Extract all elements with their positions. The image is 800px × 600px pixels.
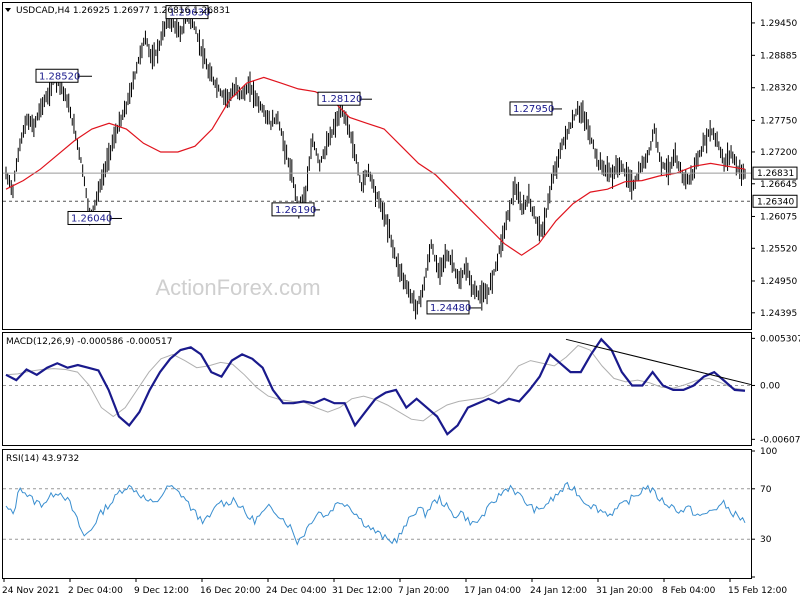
- price-levels: 1.26831 1.26340: [3, 166, 798, 208]
- annotation-label: 1.28120: [321, 94, 362, 105]
- x-tick-label: 9 Dec 12:00: [134, 586, 189, 596]
- dropdown-arrow-icon[interactable]: [5, 8, 11, 12]
- x-tick-label: 17 Jan 04:00: [464, 586, 521, 596]
- annotation: 1.28120: [317, 91, 372, 106]
- y-tick-label: 1.26075: [760, 212, 797, 222]
- y-tick-label: 70: [760, 485, 772, 495]
- annotation: 1.24480: [426, 300, 481, 315]
- price-candles: [5, 7, 746, 320]
- annotation-label: 1.26190: [275, 205, 316, 216]
- rsi-line: [5, 481, 746, 546]
- y-tick-label: -0.006074: [760, 435, 800, 445]
- macd-panel-frame: [2, 332, 752, 446]
- watermark: ActionForex.com: [155, 275, 320, 300]
- x-tick-label: 24 Jan 12:00: [530, 586, 587, 596]
- main-header: USDCAD,H4 1.26925 1.26977 1.26816 1.2683…: [16, 6, 230, 16]
- price-annotations: 1.285201.260401.296301.261901.281201.244…: [35, 5, 562, 315]
- rsi-panel-frame: [2, 449, 752, 579]
- annotation: 1.27950: [509, 101, 562, 116]
- support-price-tag: 1.26340: [752, 194, 798, 208]
- x-tick-label: 8 Feb 04:00: [662, 586, 716, 596]
- ma-line: [5, 76, 746, 256]
- x-tick-label: 2 Dec 04:00: [68, 586, 123, 596]
- macd-lines: [5, 337, 752, 436]
- rsi-line: [5, 481, 746, 546]
- annotation: 1.26190: [271, 202, 320, 217]
- annotation-label: 1.26040: [71, 213, 112, 224]
- macd-trendline: [565, 338, 752, 386]
- annotation: 1.26040: [67, 210, 122, 225]
- annotation-label: 1.27950: [513, 104, 554, 115]
- y-tick-label: 0.005307: [760, 334, 800, 344]
- y-tick-label: 100: [760, 447, 777, 457]
- moving-average: [5, 76, 746, 256]
- x-tick-label: 16 Dec 20:00: [200, 586, 261, 596]
- x-tick-label: 31 Dec 12:00: [332, 586, 393, 596]
- x-tick-label: 24 Nov 2021: [2, 586, 60, 596]
- annotation: 1.28520: [35, 68, 92, 83]
- x-tick-label: 31 Jan 20:00: [596, 586, 653, 596]
- macd-label: MACD(12,26,9) -0.000586 -0.000517: [6, 337, 172, 347]
- rsi-y-axis: 100 70 30: [3, 447, 777, 578]
- y-tick-label: 0.00: [760, 381, 780, 391]
- current-price-tag: 1.26831: [752, 166, 798, 180]
- y-tick-label: 1.28885: [760, 51, 797, 61]
- annotation-label: 1.24480: [430, 303, 471, 314]
- y-tick-label: 1.29450: [760, 19, 797, 29]
- x-tick-label: 15 Feb 12:00: [728, 586, 787, 596]
- rsi-label: RSI(14) 43.9732: [6, 454, 79, 464]
- chart-canvas: ActionForex.com 1.29450 1.28885 1.28320 1.2…: [2, 2, 800, 596]
- y-tick-label: 1.25520: [760, 244, 797, 254]
- y-tick-label: 1.27200: [760, 148, 797, 158]
- y-tick-label: 1.24950: [760, 277, 797, 287]
- macd-main-line: [5, 337, 746, 436]
- x-tick-label: 7 Jan 20:00: [398, 586, 450, 596]
- y-tick-label: 1.27750: [760, 116, 797, 126]
- y-tick-label: 1.26645: [760, 180, 797, 190]
- y-tick-label: 1.28320: [760, 84, 797, 94]
- annotation-label: 1.28520: [39, 71, 80, 82]
- support-price-tag-text: 1.26340: [757, 197, 794, 207]
- current-price-tag-text: 1.26831: [757, 169, 794, 179]
- x-axis: 24 Nov 2021 2 Dec 04:00 9 Dec 12:00 16 Dec …: [2, 578, 787, 596]
- y-tick-label: 1.24395: [760, 309, 797, 319]
- x-tick-label: 24 Dec 04:00: [266, 586, 327, 596]
- y-tick-label: 30: [760, 535, 772, 545]
